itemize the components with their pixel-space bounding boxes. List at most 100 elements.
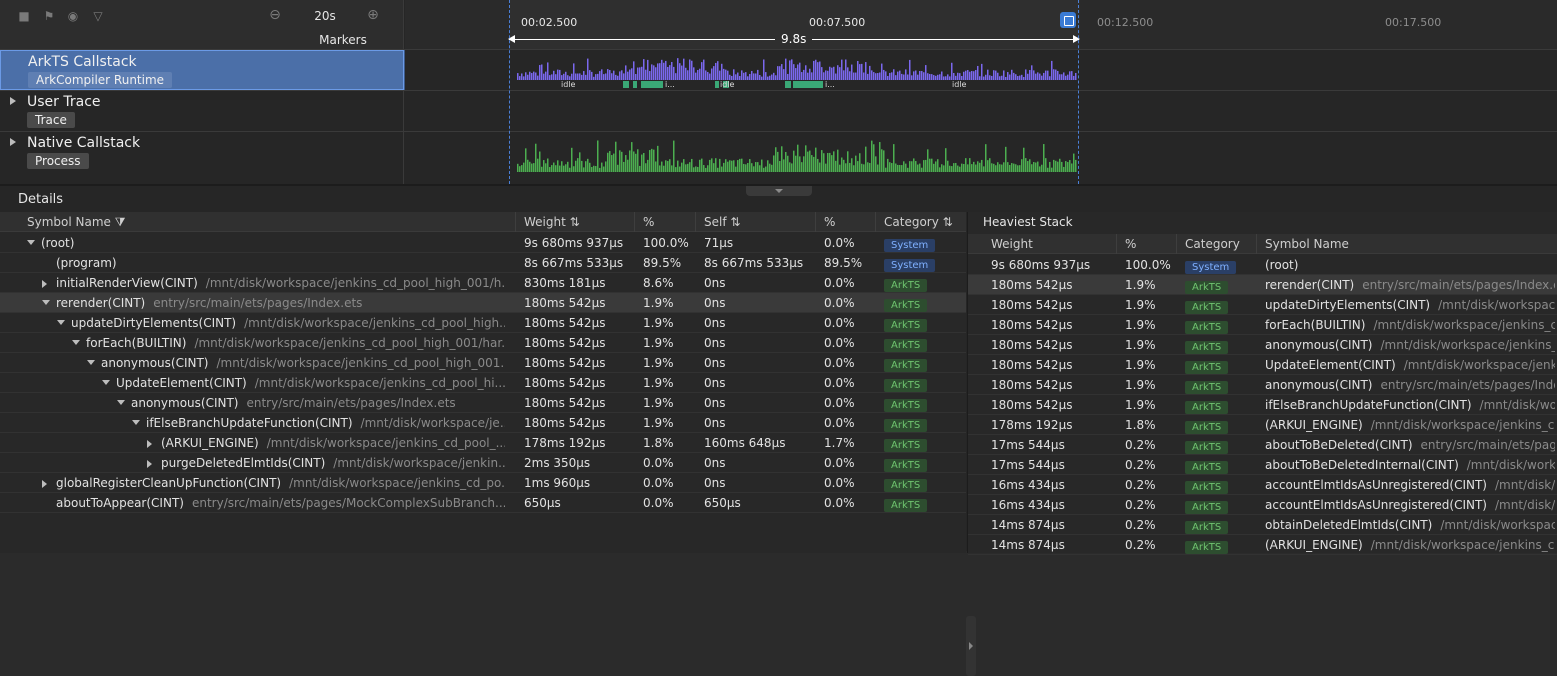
table-row[interactable]: 180ms 542µs 1.9% ArkTS updateDirtyElements(… — [968, 295, 1557, 315]
symbol-path: /mnt/disk/workspace/jenkins_cd_pool_high… — [205, 276, 505, 290]
sort-icon[interactable]: ⇅ — [570, 215, 580, 229]
lane-header[interactable]: Native Callstack Process — [0, 132, 404, 184]
expand-toggle-icon[interactable] — [42, 280, 47, 288]
table-row[interactable]: purgeDeletedElmtIds(CINT) /mnt/disk/works… — [0, 453, 966, 473]
save-marker-icon[interactable] — [1060, 12, 1076, 28]
activity-bar — [875, 156, 877, 172]
activity-bar — [757, 162, 759, 172]
table-row[interactable]: 180ms 542µs 1.9% ArkTS rerender(CINT) entry/… — [968, 275, 1557, 295]
heaviest-stack-table[interactable]: Heaviest Stack Weight % Category Symbol … — [967, 212, 1557, 555]
panel-resize-handle[interactable] — [746, 186, 812, 196]
expand-toggle-icon[interactable] — [147, 460, 152, 468]
lane-native-callstack[interactable]: Native Callstack Process — [0, 131, 1557, 184]
col-separator[interactable] — [875, 212, 876, 232]
col-weight[interactable]: Weight ⇅ — [524, 215, 580, 229]
sort-icon[interactable]: ⇅ — [730, 215, 740, 229]
table-row[interactable]: anonymous(CINT) /mnt/disk/workspace/jenki… — [0, 353, 966, 373]
col-percent[interactable]: % — [1125, 237, 1136, 251]
col-separator[interactable] — [634, 212, 635, 232]
col-self[interactable]: Self ⇅ — [704, 215, 740, 229]
sort-icon[interactable]: ⇅ — [943, 215, 953, 229]
table-row[interactable]: 17ms 544µs 0.2% ArkTS aboutToBeDeleted(CINT… — [968, 435, 1557, 455]
col-separator[interactable] — [515, 212, 516, 232]
table-row[interactable]: 16ms 434µs 0.2% ArkTS accountElmtIdsAsUnreg… — [968, 475, 1557, 495]
user-trace-graph[interactable] — [405, 91, 1557, 131]
flag-icon[interactable]: ⚑ — [42, 9, 56, 23]
table-row[interactable]: 9s 680ms 937µs 100.0% System (root) — [968, 255, 1557, 275]
call-tree-table[interactable]: Symbol Name ⧩ Weight ⇅ % Self ⇅ % Catego… — [0, 212, 966, 553]
col-symbol-name[interactable]: Symbol Name ⧩ — [27, 215, 125, 230]
table-row[interactable]: 180ms 542µs 1.9% ArkTS forEach(BUILTIN) /mnt… — [968, 315, 1557, 335]
table-row[interactable]: 180ms 542µs 1.9% ArkTS anonymous(CINT) /mnt/… — [968, 335, 1557, 355]
table-row[interactable]: updateDirtyElements(CINT) /mnt/disk/works… — [0, 313, 966, 333]
table-row[interactable]: 16ms 434µs 0.2% ArkTS accountElmtIdsAsUnreg… — [968, 495, 1557, 515]
col-weight[interactable]: Weight — [991, 237, 1033, 251]
table-row[interactable]: 14ms 874µs 0.2% ArkTS obtainDeletedElmtIds(… — [968, 515, 1557, 535]
lane-arkts-callstack[interactable]: ArkTS Callstack ArkCompiler Runtime idle… — [0, 49, 1557, 90]
expand-toggle-icon[interactable] — [147, 440, 152, 448]
filter-icon[interactable]: ⧩ — [115, 215, 126, 229]
collapse-side-panel-handle[interactable] — [966, 616, 976, 676]
collapse-toggle-icon[interactable] — [42, 300, 50, 305]
table-row[interactable]: (program) 8s 667ms 533µs 89.5% 8s 667ms 533… — [0, 253, 966, 273]
activity-bar — [937, 74, 939, 80]
selection-end-line[interactable] — [1078, 0, 1079, 184]
table-row[interactable]: 180ms 542µs 1.9% ArkTS anonymous(CINT) entry… — [968, 375, 1557, 395]
table-row[interactable]: 14ms 874µs 0.2% ArkTS (ARKUI_ENGINE) /mnt/di… — [968, 535, 1557, 555]
table-row[interactable]: 17ms 544µs 0.2% ArkTS aboutToBeDeletedInter… — [968, 455, 1557, 475]
category-cell: ArkTS — [1185, 519, 1229, 534]
lane-user-trace[interactable]: User Trace Trace — [0, 90, 1557, 131]
time-ruler[interactable]: 00:02.500 00:07.500 00:12.500 00:17.500 … — [405, 0, 1557, 50]
table-row[interactable]: globalRegisterCleanUpFunction(CINT) /mnt/… — [0, 473, 966, 493]
expand-toggle-icon[interactable] — [42, 480, 47, 488]
collapse-toggle-icon[interactable] — [102, 380, 110, 385]
activity-bar — [1039, 166, 1041, 172]
col-category[interactable]: Category — [1185, 237, 1240, 251]
table-row[interactable]: ifElseBranchUpdateFunction(CINT) /mnt/dis… — [0, 413, 966, 433]
col-self-percent[interactable]: % — [824, 215, 835, 229]
table-row[interactable]: anonymous(CINT) entry/src/main/ets/pages/… — [0, 393, 966, 413]
stop-icon[interactable]: ■ — [17, 9, 31, 23]
collapse-toggle-icon[interactable] — [87, 360, 95, 365]
col-percent[interactable]: % — [643, 215, 654, 229]
filter-icon[interactable]: ▽ — [91, 9, 105, 23]
zoom-out-icon[interactable]: ⊖ — [268, 8, 282, 22]
collapse-toggle-icon[interactable] — [72, 340, 80, 345]
percent-cell: 89.5% — [643, 256, 682, 270]
activity-bar — [525, 72, 527, 80]
table-row[interactable]: forEach(BUILTIN) /mnt/disk/workspace/jenk… — [0, 333, 966, 353]
col-category[interactable]: Category ⇅ — [884, 215, 953, 229]
native-activity-graph[interactable] — [405, 132, 1557, 184]
table-row[interactable]: initialRenderView(CINT) /mnt/disk/workspa… — [0, 273, 966, 293]
weight-cell: 180ms 542µs — [991, 278, 1073, 292]
table-row[interactable]: UpdateElement(CINT) /mnt/disk/workspace/j… — [0, 373, 966, 393]
expand-caret-icon[interactable] — [10, 97, 16, 105]
table-row[interactable]: 180ms 542µs 1.9% ArkTS ifElseBranchUpdateFu… — [968, 395, 1557, 415]
arkts-activity-graph[interactable]: idle i... idle i... idle — [405, 50, 1557, 90]
collapse-toggle-icon[interactable] — [57, 320, 65, 325]
expand-caret-icon[interactable] — [10, 138, 16, 146]
table-row[interactable]: rerender(CINT) entry/src/main/ets/pages/I… — [0, 293, 966, 313]
collapse-toggle-icon[interactable] — [27, 240, 35, 245]
activity-bar — [619, 150, 621, 172]
activity-bar — [895, 163, 897, 172]
lane-header[interactable]: User Trace Trace — [0, 91, 404, 131]
globe-icon[interactable]: ◉ — [66, 9, 80, 23]
table-row[interactable]: 180ms 542µs 1.9% ArkTS UpdateElement(CINT) /… — [968, 355, 1557, 375]
col-separator[interactable] — [815, 212, 816, 232]
col-separator[interactable] — [695, 212, 696, 232]
activity-bar — [891, 72, 893, 80]
collapse-toggle-icon[interactable] — [132, 420, 140, 425]
collapse-toggle-icon[interactable] — [117, 400, 125, 405]
table-row[interactable]: 178ms 192µs 1.8% ArkTS (ARKUI_ENGINE) /mnt/d… — [968, 415, 1557, 435]
lane-header[interactable]: ArkTS Callstack ArkCompiler Runtime — [0, 50, 404, 90]
table-row[interactable]: (root) 9s 680ms 937µs 100.0% 71µs 0.0% System — [0, 233, 966, 253]
col-separator[interactable] — [1116, 234, 1117, 254]
zoom-in-icon[interactable]: ⊕ — [366, 8, 380, 22]
col-symbol-name[interactable]: Symbol Name — [1265, 237, 1349, 251]
table-row[interactable]: (ARKUI_ENGINE) /mnt/disk/workspace/jenkin… — [0, 433, 966, 453]
selection-start-line[interactable] — [509, 0, 510, 184]
table-row[interactable]: aboutToAppear(CINT) entry/src/main/ets/pa… — [0, 493, 966, 513]
col-separator[interactable] — [1176, 234, 1177, 254]
col-separator[interactable] — [1256, 234, 1257, 254]
